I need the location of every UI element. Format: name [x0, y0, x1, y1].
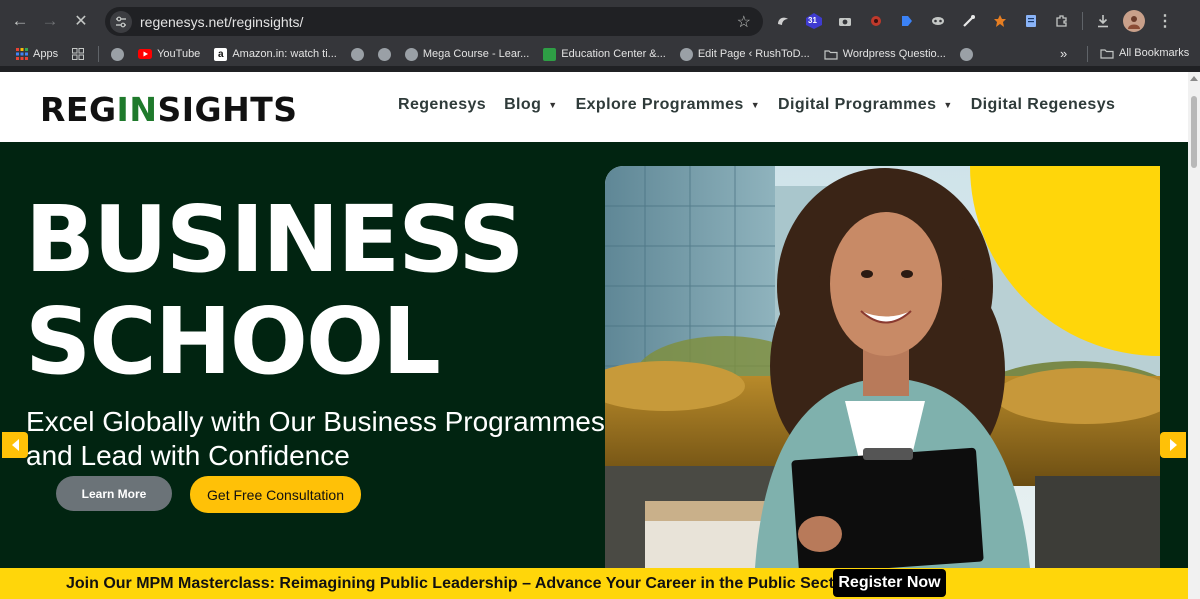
- bookmark-tab-groups[interactable]: [72, 48, 85, 60]
- globe-icon: [111, 47, 125, 61]
- slider-next-button[interactable]: [1160, 432, 1186, 458]
- folder-icon: [824, 49, 838, 60]
- bookmark-globe-3[interactable]: [377, 47, 391, 61]
- folder-icon: [1100, 48, 1114, 59]
- url-text[interactable]: regenesys.net/reginsights/: [140, 14, 737, 30]
- hero-title-line2: SCHOOL: [25, 288, 441, 395]
- free-consultation-button[interactable]: Get Free Consultation: [190, 476, 361, 513]
- nav-item-explore-programmes[interactable]: Explore Programmes ▼: [576, 96, 760, 114]
- learn-more-button[interactable]: Learn More: [56, 476, 172, 511]
- register-now-button[interactable]: Register Now: [833, 569, 946, 597]
- bookmark-globe-1[interactable]: [111, 47, 125, 61]
- forward-arrow-icon[interactable]: →: [35, 6, 65, 36]
- globe-icon: [377, 47, 391, 61]
- browser-toolbar: ← → ✕ regenesys.net/reginsights/ ☆ 31 ⋮: [0, 0, 1200, 42]
- document-extension-icon[interactable]: [1020, 10, 1042, 32]
- profile-avatar[interactable]: [1123, 10, 1145, 32]
- calendar-badge: 31: [808, 16, 817, 25]
- hero-subtitle: Excel Globally with Our Business Program…: [26, 406, 605, 471]
- camera-extension-icon[interactable]: [834, 10, 856, 32]
- apps-grid-icon: [16, 48, 28, 60]
- leaf-extension-icon[interactable]: [989, 10, 1011, 32]
- extensions-puzzle-icon[interactable]: [1051, 10, 1073, 32]
- scrollbar-thumb[interactable]: [1191, 96, 1197, 168]
- bookmark-education-center[interactable]: Education Center &...: [543, 47, 666, 61]
- nav-item-digital-programmes[interactable]: Digital Programmes ▼: [778, 96, 953, 114]
- nav-item-digital-regenesys[interactable]: Digital Regenesys: [971, 96, 1116, 114]
- eyedropper-extension-icon[interactable]: [958, 10, 980, 32]
- page-scrollbar[interactable]: [1188, 72, 1200, 599]
- smiling-woman-photo: [605, 166, 1160, 568]
- bookmark-mega-course[interactable]: Mega Course - Lear...: [404, 47, 529, 61]
- site-settings-icon[interactable]: [110, 10, 132, 33]
- back-arrow-icon[interactable]: ←: [5, 6, 35, 36]
- webpage: REGINSIGHTS Regenesys Blog ▼ Explore Prog…: [0, 72, 1188, 599]
- toolbar-divider: [1082, 12, 1083, 30]
- globe-icon: [679, 47, 693, 61]
- extension-swirl-icon[interactable]: [772, 10, 794, 32]
- hero-title-line1: BUSINESS: [25, 186, 525, 293]
- bookmark-globe-4[interactable]: [959, 47, 973, 61]
- extensions-bar: 31 ⋮: [772, 8, 1176, 34]
- site-logo[interactable]: REGINSIGHTS: [40, 90, 297, 129]
- nav-item-regenesys[interactable]: Regenesys: [398, 96, 486, 114]
- bug-extension-icon[interactable]: [865, 10, 887, 32]
- bookmarks-divider: [98, 46, 100, 62]
- promo-banner-text[interactable]: Join Our MPM Masterclass: Reimagining Pu…: [66, 575, 850, 593]
- bookmark-youtube[interactable]: YouTube: [138, 48, 200, 60]
- bookmark-edit-page[interactable]: Edit Page ‹ RushToD...: [679, 47, 810, 61]
- tab-groups-icon: [72, 48, 85, 60]
- tag-extension-icon[interactable]: [896, 10, 918, 32]
- caret-down-icon: ▼: [548, 100, 558, 110]
- globe-icon: [959, 47, 973, 61]
- calendar-extension-icon[interactable]: 31: [803, 10, 825, 32]
- caret-down-icon: ▼: [750, 100, 761, 110]
- education-icon: [543, 47, 557, 61]
- site-header: REGINSIGHTS Regenesys Blog ▼ Explore Prog…: [0, 72, 1188, 142]
- stop-loading-icon[interactable]: ✕: [66, 6, 96, 36]
- scroll-up-arrow-icon[interactable]: [1190, 76, 1198, 81]
- all-bookmarks-button[interactable]: All Bookmarks: [1100, 47, 1189, 59]
- chevron-right-icon: [1169, 439, 1177, 451]
- caret-down-icon: ▼: [943, 100, 953, 110]
- mask-extension-icon[interactable]: [927, 10, 949, 32]
- hero-image: [605, 166, 1160, 568]
- globe-icon: [404, 47, 418, 61]
- promo-banner: Join Our MPM Masterclass: Reimagining Pu…: [0, 568, 1188, 599]
- bookmark-star-icon[interactable]: ☆: [737, 12, 751, 32]
- bookmark-amazon[interactable]: a Amazon.in: watch ti...: [214, 47, 337, 61]
- bookmarks-divider-2: [1087, 46, 1088, 62]
- amazon-icon: a: [214, 47, 228, 61]
- bookmarks-bar: Apps YouTube a Amazon.in: watch ti... Me…: [0, 42, 1200, 66]
- main-navigation: Regenesys Blog ▼ Explore Programmes ▼ Digi…: [398, 96, 1115, 114]
- bookmark-wordpress-folder[interactable]: Wordpress Questio...: [824, 48, 946, 60]
- globe-icon: [350, 47, 364, 61]
- youtube-icon: [138, 49, 153, 59]
- bookmark-apps[interactable]: Apps: [16, 48, 58, 60]
- menu-dots-icon[interactable]: ⋮: [1154, 10, 1176, 32]
- bookmarks-overflow-icon[interactable]: »: [1060, 46, 1067, 61]
- nav-item-blog[interactable]: Blog ▼: [504, 96, 557, 114]
- address-bar[interactable]: regenesys.net/reginsights/ ☆: [105, 7, 763, 36]
- chevron-left-icon: [11, 439, 19, 451]
- download-icon[interactable]: [1092, 10, 1114, 32]
- bookmark-globe-2[interactable]: [350, 47, 364, 61]
- hero-slider: BUSINESS SCHOOL Excel Globally with Our …: [0, 142, 1188, 568]
- slider-prev-button[interactable]: [2, 432, 28, 458]
